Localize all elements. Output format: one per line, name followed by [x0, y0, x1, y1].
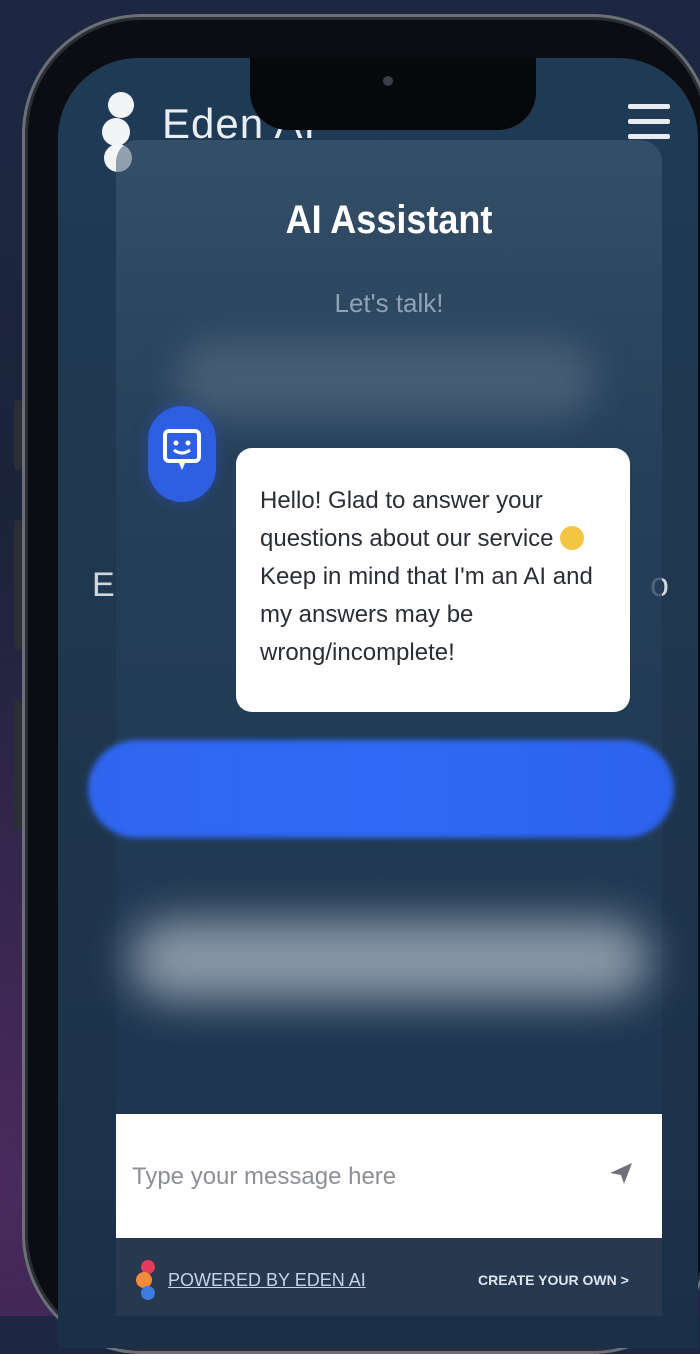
message-input[interactable] [130, 1154, 574, 1200]
send-icon[interactable] [608, 1160, 634, 1186]
chat-title: AI Assistant [285, 198, 493, 242]
phone-side-button [14, 700, 22, 830]
message-input-bar [116, 1114, 662, 1238]
bot-avatar-icon [148, 406, 216, 502]
powered-by-link[interactable]: POWERED BY EDEN AI [168, 1270, 366, 1291]
hamburger-menu-icon[interactable] [628, 104, 670, 144]
background-text-fragment: E [92, 566, 115, 604]
phone-side-button [14, 520, 22, 650]
create-your-own-link[interactable]: CREATE YOUR OWN > [478, 1272, 629, 1288]
eden-ai-logo-icon [136, 1260, 155, 1300]
smile-emoji-icon [560, 526, 585, 550]
bot-message-bubble: Hello! Glad to answer your questions abo… [236, 448, 630, 712]
bot-message-text: Hello! Glad to answer your questions abo… [260, 487, 593, 666]
phone-notch [250, 58, 536, 130]
blurred-content [176, 340, 596, 420]
chat-subtitle: Let's talk! [334, 288, 444, 318]
phone-side-button [14, 400, 22, 470]
blurred-content [130, 920, 650, 1000]
camera-dot [383, 76, 393, 86]
blurred-button [88, 740, 674, 838]
